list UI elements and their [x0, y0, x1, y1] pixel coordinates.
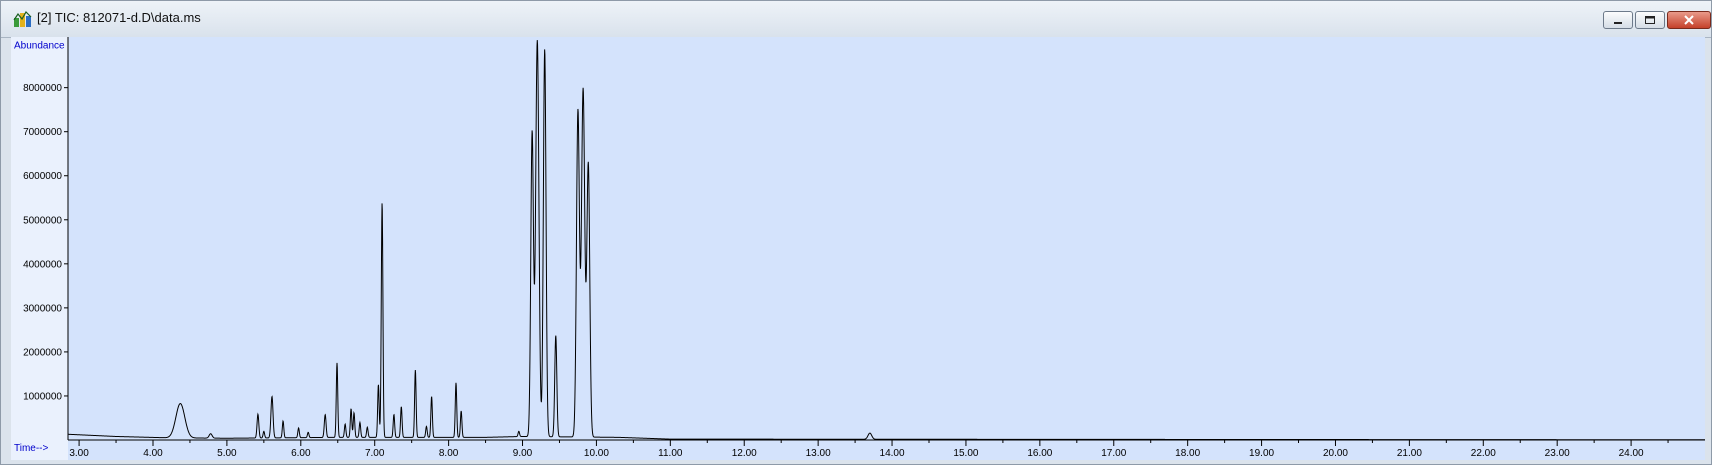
x-tick-label: 23.00 [1545, 448, 1570, 459]
x-tick-label: 17.00 [1101, 448, 1126, 459]
x-tick-label: 4.00 [143, 448, 163, 459]
x-tick-label: 19.00 [1249, 448, 1274, 459]
x-tick-label: 10.00 [584, 448, 609, 459]
title-bar[interactable]: [2] TIC: 812071-d.D\data.ms [1, 1, 1711, 38]
x-axis-label: Time--> [14, 443, 49, 454]
x-tick-label: 12.00 [732, 448, 757, 459]
close-icon [1684, 15, 1694, 25]
chart-svg: 1000000 2000000 3000000 4000000 5000000 60000… [11, 37, 1705, 460]
y-tick-label: 7000000 [23, 127, 62, 138]
maximize-button[interactable] [1635, 11, 1665, 29]
x-tick-label: 7.00 [365, 448, 385, 459]
x-tick-label: 15.00 [953, 448, 978, 459]
x-tick-label: 20.00 [1323, 448, 1348, 459]
chromatogram-window: [2] TIC: 812071-d.D\data.ms 1000000 20000… [0, 0, 1712, 465]
y-tick-label: 3000000 [23, 303, 62, 314]
maximize-icon [1645, 16, 1655, 24]
plot-background [11, 37, 1705, 460]
x-tick-label: 8.00 [439, 448, 459, 459]
minimize-icon [1614, 22, 1622, 24]
x-tick-label: 13.00 [806, 448, 831, 459]
chromatogram-app-icon [13, 11, 32, 27]
chromatogram-chart: 1000000 2000000 3000000 4000000 5000000 60000… [11, 37, 1705, 460]
y-axis-label: Abundance [14, 40, 65, 51]
x-tick-label: 18.00 [1175, 448, 1200, 459]
y-tick-label: 8000000 [23, 83, 62, 94]
x-tick-label: 5.00 [217, 448, 237, 459]
y-tick-label: 6000000 [23, 171, 62, 182]
y-tick-label: 2000000 [23, 347, 62, 358]
y-tick-label: 5000000 [23, 215, 62, 226]
close-button[interactable] [1667, 11, 1711, 29]
window-title: [2] TIC: 812071-d.D\data.ms [37, 10, 201, 25]
minimize-button[interactable] [1603, 11, 1633, 29]
x-tick-label: 14.00 [880, 448, 905, 459]
y-tick-label: 1000000 [23, 391, 62, 402]
x-tick-label: 11.00 [658, 448, 683, 459]
x-tick-label: 24.00 [1619, 448, 1644, 459]
x-tick-label: 22.00 [1471, 448, 1496, 459]
y-tick-label: 4000000 [23, 259, 62, 270]
x-tick-label: 6.00 [291, 448, 311, 459]
x-tick-label: 9.00 [513, 448, 533, 459]
x-tick-label: 16.00 [1027, 448, 1052, 459]
x-tick-label: 21.00 [1397, 448, 1422, 459]
x-tick-label: 3.00 [69, 448, 89, 459]
